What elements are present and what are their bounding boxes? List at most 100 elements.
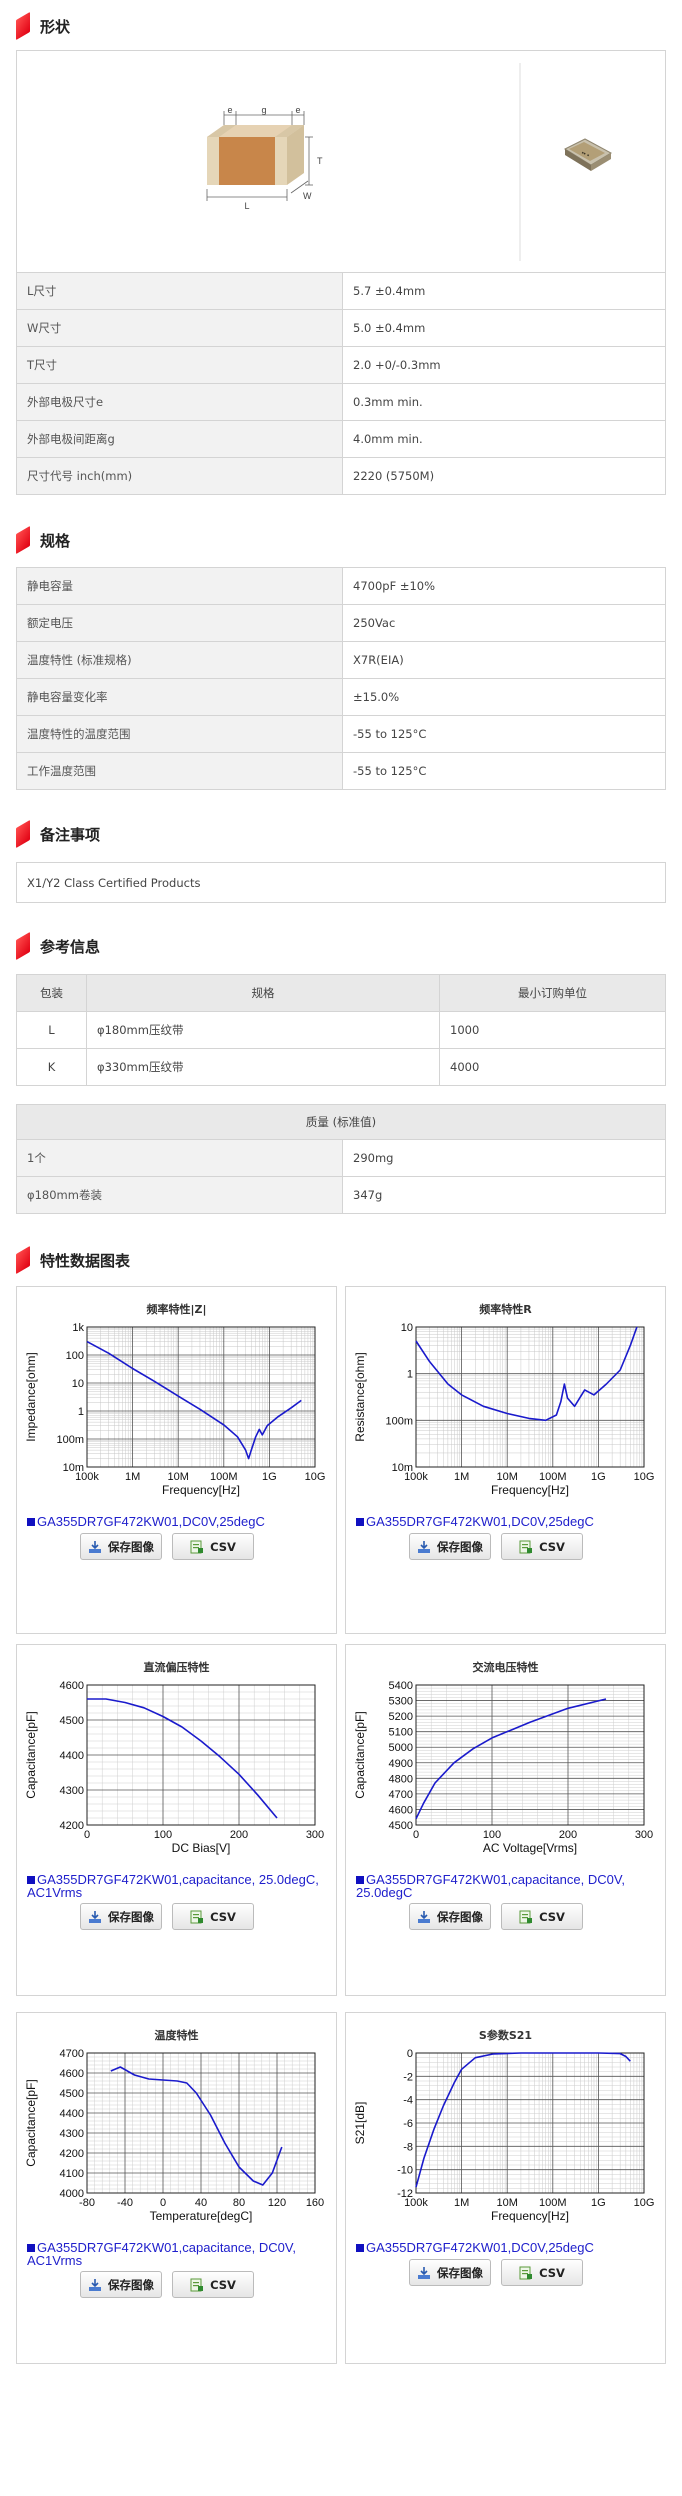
shape-value-e: 0.3mm min. [342,383,666,421]
chart-grid [86,2052,316,2194]
csv-label: CSV [539,2265,565,2280]
y-tick-label: -6 [403,2118,413,2130]
shape-key-w: W尺寸 [16,309,343,347]
csv-button[interactable]: CSV [172,2271,254,2298]
csv-file-icon [190,1910,204,1923]
chart-grid [415,1326,645,1468]
download-icon [418,2266,430,2279]
y-tick-label: 4700 [60,2048,84,2060]
legend-text: GA355DR7GF472KW01,capacitance, DC0V, AC1… [27,2240,296,2268]
save-image-label: 保存图像 [437,2265,483,2280]
x-tick-label: 160 [306,2197,324,2209]
section-title: 备注事项 [40,825,101,844]
csv-button[interactable]: CSV [501,1533,583,1560]
csv-file-icon [519,2266,533,2279]
chart-svg: -80 -40 0 40 80 120 16040004100420043004400450… [24,2048,324,2223]
section-shape-heading: 形状 [16,11,71,41]
csv-file-icon [190,1540,204,1553]
chip-dimension-diagram: e g e T L W ▪▪ ▪ [206,63,613,261]
section-notes-heading: 备注事项 [16,819,101,849]
x-tick-label: 120 [268,2197,286,2209]
y-axis-label: Impedance[ohm] [24,1352,38,1441]
y-tick-label: 4500 [60,1715,84,1727]
notes-text: X1/Y2 Class Certified Products [16,862,666,903]
pkg-spec: φ330mm压纹带 [86,1048,440,1086]
save-image-label: 保存图像 [108,1539,154,1554]
y-tick-label: 4700 [389,1789,413,1801]
pkg-header-spec: 规格 [86,974,440,1012]
x-tick-label: 200 [230,1829,248,1841]
x-tick-label: 1G [262,1471,277,1483]
csv-file-icon [519,1540,533,1553]
save-image-button[interactable]: 保存图像 [409,2259,491,2286]
series-line [110,2066,283,2186]
legend-text: GA355DR7GF472KW01,DC0V,25degC [37,1514,265,1529]
x-tick-label: 1G [591,2197,606,2209]
shape-key-t: T尺寸 [16,346,343,384]
dim-label-e-left: e [227,105,232,115]
y-tick-label: 4600 [60,2068,84,2080]
section-title: 参考信息 [40,937,101,956]
chip-photo: ▪▪ ▪ [563,138,613,171]
legend-text: GA355DR7GF472KW01,capacitance, DC0V, 25.… [356,1872,625,1900]
save-image-button[interactable]: 保存图像 [80,1903,162,1930]
pkg-min-order: 1000 [439,1011,666,1049]
shape-value-g: 4.0mm min. [342,420,666,458]
save-image-button[interactable]: 保存图像 [80,2271,162,2298]
legend-square-icon [356,1518,364,1526]
y-axis-label: Capacitance[pF] [353,1711,367,1798]
chart-legend[interactable]: GA355DR7GF472KW01,capacitance, DC0V, 25.… [356,1873,656,1899]
chart-legend[interactable]: GA355DR7GF472KW01,capacitance, 25.0degC,… [27,1873,327,1899]
chart-grid [86,1326,316,1468]
section-title: 形状 [40,17,71,36]
csv-button[interactable]: CSV [172,1533,254,1560]
section-marker-icon [16,525,30,555]
y-tick-label: 5200 [389,1711,413,1723]
chart-svg: 100k 1M 10M 100M 1G 10G10m100m1101001kFrequen… [24,1322,325,1497]
save-image-label: 保存图像 [437,1539,483,1554]
y-tick-label: 4500 [60,2088,84,2100]
save-image-button[interactable]: 保存图像 [409,1903,491,1930]
y-tick-label: 4200 [60,1820,84,1832]
save-image-button[interactable]: 保存图像 [409,1533,491,1560]
csv-button[interactable]: CSV [501,2259,583,2286]
chart-legend[interactable]: GA355DR7GF472KW01,DC0V,25degC [27,1515,327,1528]
x-tick-label: 0 [160,2197,166,2209]
y-tick-label: 5300 [389,1696,413,1708]
table-row: K φ330mm压纹带 4000 [16,1048,666,1086]
y-tick-label: 4600 [389,1804,413,1816]
section-spec-heading: 规格 [16,525,70,555]
csv-button[interactable]: CSV [501,1903,583,1930]
y-tick-label: 4300 [60,2128,84,2140]
chart-svg: 0 100 200 300 4500 4600 4700 4800 4900 5000 5100 52… [353,1680,653,1855]
chart-legend[interactable]: GA355DR7GF472KW01,DC0V,25degC [356,1515,656,1528]
mass-header: 质量 (标准值) [16,1104,666,1140]
csv-button[interactable]: CSV [172,1903,254,1930]
save-image-button[interactable]: 保存图像 [80,1533,162,1560]
y-tick-label: 100m [385,1415,413,1427]
x-tick-label: 100M [539,2197,567,2209]
chart-legend[interactable]: GA355DR7GF472KW01,DC0V,25degC [356,2241,656,2254]
save-image-label: 保存图像 [437,1909,483,1924]
download-icon [89,1540,101,1553]
spec-value-temp-range: -55 to 125°C [342,715,666,753]
x-tick-label: 0 [413,1829,419,1841]
spec-value-temp-char: X7R(EIA) [342,641,666,679]
section-ref-heading: 参考信息 [16,931,101,961]
csv-label: CSV [210,1909,236,1924]
chart-panel-c4: 交流电压特性 0 100 200 300 4500 4600 4700 4800 4900 5000… [345,1644,666,1996]
x-axis-label: Temperature[degC] [150,2209,253,2223]
dim-label-t: T [317,156,323,166]
y-tick-label: 100m [56,1434,84,1446]
y-tick-label: 4200 [60,2148,84,2160]
pkg-header-packaging: 包装 [16,974,87,1012]
x-tick-label: 10M [167,1471,188,1483]
section-marker-icon [16,11,30,41]
chart-legend[interactable]: GA355DR7GF472KW01,capacitance, DC0V, AC1… [27,2241,327,2267]
spec-key-temp-char: 温度特性 (标准规格) [16,641,343,679]
download-icon [89,1910,101,1923]
mass-table: 质量 (标准值) 1个 290mg φ180mm卷装 347g [16,1104,666,1214]
csv-file-icon [190,2278,204,2291]
packaging-table: 包装 规格 最小订购单位 L φ180mm压纹带 1000 K φ330mm压纹… [16,974,666,1086]
y-tick-label: 10 [72,1378,84,1390]
